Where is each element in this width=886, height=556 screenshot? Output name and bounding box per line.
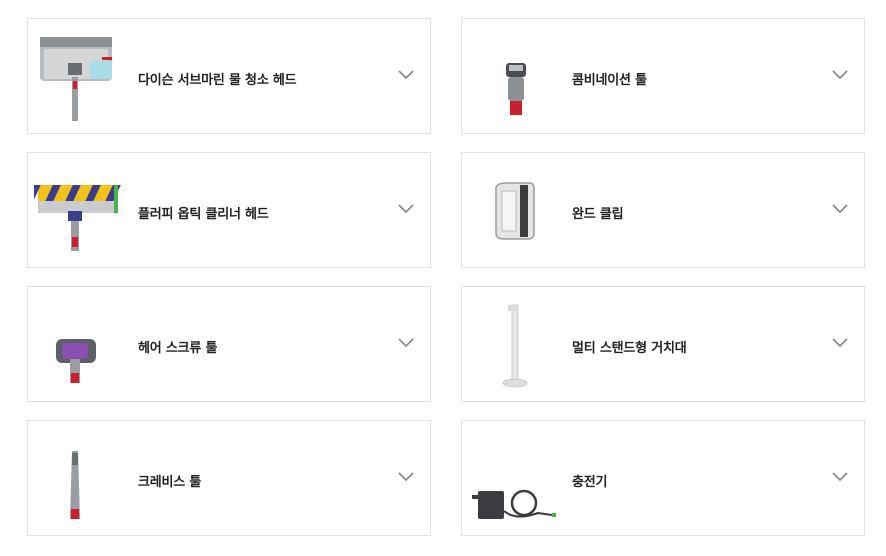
accessory-label: 콤비네이션 툴 bbox=[572, 73, 647, 88]
chevron-down-icon[interactable] bbox=[398, 471, 414, 483]
accessory-card-charger[interactable]: 충전기 bbox=[461, 420, 865, 536]
chevron-down-icon[interactable] bbox=[832, 337, 848, 349]
chevron-down-icon[interactable] bbox=[832, 471, 848, 483]
chevron-down-icon[interactable] bbox=[832, 203, 848, 215]
crevice-tool-icon bbox=[34, 429, 130, 527]
chevron-down-icon[interactable] bbox=[398, 203, 414, 215]
chevron-down-icon[interactable] bbox=[398, 337, 414, 349]
chevron-down-icon[interactable] bbox=[398, 69, 414, 81]
accessory-card-wand-clip[interactable]: 완드 클립 bbox=[461, 152, 865, 268]
hair-screw-tool-icon bbox=[34, 295, 130, 393]
accessory-label: 충전기 bbox=[572, 475, 608, 490]
accessory-card-fluffy-optic-cleaner-head[interactable]: 플러피 옵틱 클리너 헤드 bbox=[27, 152, 431, 268]
accessory-label: 크레비스 툴 bbox=[138, 475, 202, 490]
wand-clip-icon bbox=[468, 161, 564, 259]
accessory-label: 다이슨 서브마린 물 청소 헤드 bbox=[138, 73, 297, 88]
accessory-card-crevice-tool[interactable]: 크레비스 툴 bbox=[27, 420, 431, 536]
accessory-label: 플러피 옵틱 클리너 헤드 bbox=[138, 207, 269, 222]
combination-tool-icon bbox=[468, 27, 564, 125]
accessory-label: 완드 클립 bbox=[572, 207, 624, 222]
submarine-wet-head-icon bbox=[34, 27, 130, 125]
fluffy-optic-cleaner-head-icon bbox=[34, 161, 130, 259]
floor-dock-stand-icon bbox=[468, 295, 564, 393]
accessory-card-combination-tool[interactable]: 콤비네이션 툴 bbox=[461, 18, 865, 134]
charger-icon bbox=[468, 429, 564, 527]
accessory-card-floor-dock[interactable]: 멀티 스탠드형 거치대 bbox=[461, 286, 865, 402]
accessory-card-submarine-wet-head[interactable]: 다이슨 서브마린 물 청소 헤드 bbox=[27, 18, 431, 134]
accessory-card-hair-screw-tool[interactable]: 헤어 스크류 툴 bbox=[27, 286, 431, 402]
chevron-down-icon[interactable] bbox=[832, 69, 848, 81]
accessory-label: 헤어 스크류 툴 bbox=[138, 341, 218, 356]
accessory-label: 멀티 스탠드형 거치대 bbox=[572, 341, 687, 356]
